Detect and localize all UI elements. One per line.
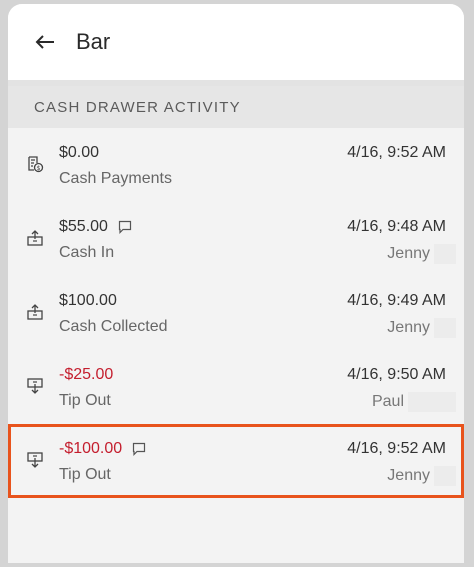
entry-user-group: Jenny [387, 318, 456, 338]
entry-amount: -$25.00 [59, 366, 114, 383]
redacted-block [434, 318, 456, 338]
svg-text:$: $ [37, 165, 41, 172]
entry-user: Jenny [387, 319, 430, 336]
entry-user-group: Paul [372, 392, 456, 412]
entry-amount: $100.00 [59, 292, 117, 309]
entry-time: 4/16, 9:50 AM [347, 366, 446, 383]
entry-time: 4/16, 9:49 AM [347, 292, 446, 309]
comment-icon[interactable] [118, 220, 132, 234]
entry-user: Jenny [387, 245, 430, 262]
entry-type: Tip Out [59, 392, 111, 409]
entry-time: 4/16, 9:48 AM [347, 218, 446, 235]
cash-drawer-panel: Bar CASH DRAWER ACTIVITY $ $0.00 Cash Pa… [8, 4, 464, 563]
list-item[interactable]: $100.00 Cash Collected 4/16, 9:49 AM Jen… [8, 276, 464, 350]
drawer-out-icon [26, 377, 44, 395]
entry-type: Cash Collected [59, 318, 168, 335]
list-item-selected[interactable]: -$100.00 Tip Out 4/16, 9:52 AM Jenny [8, 424, 464, 498]
list-item[interactable]: $ $0.00 Cash Payments 4/16, 9:52 AM [8, 128, 464, 202]
entry-type: Cash Payments [59, 170, 172, 187]
entry-amount: $55.00 [59, 218, 108, 235]
entry-user: Paul [371, 393, 404, 410]
entry-type: Tip Out [59, 466, 111, 483]
entry-amount-group: -$100.00 [59, 440, 146, 458]
back-arrow-icon[interactable] [34, 34, 56, 50]
comment-icon[interactable] [132, 442, 146, 456]
section-title: CASH DRAWER ACTIVITY [8, 86, 464, 128]
entry-amount-group: $55.00 [59, 218, 132, 236]
entry-amount: -$100.00 [59, 440, 123, 457]
drawer-out-icon [26, 451, 44, 469]
redacted-block [434, 466, 456, 486]
entry-time: 4/16, 9:52 AM [347, 144, 446, 161]
drawer-in-icon [26, 229, 44, 247]
activity-list: $ $0.00 Cash Payments 4/16, 9:52 AM $55.… [8, 128, 464, 498]
entry-user-group: Jenny [387, 244, 456, 264]
redacted-block [434, 244, 456, 264]
page-title: Bar [76, 29, 111, 54]
drawer-in-icon [26, 303, 44, 321]
entry-user: Jenny [387, 467, 430, 484]
list-item[interactable]: -$25.00 Tip Out 4/16, 9:50 AM Paul [8, 350, 464, 424]
entry-type: Cash In [59, 244, 115, 261]
list-item[interactable]: $55.00 Cash In 4/16, 9:48 AM Jenny [8, 202, 464, 276]
app-header: Bar [8, 4, 464, 86]
entry-user-group: Jenny [387, 466, 456, 486]
entry-time: 4/16, 9:52 AM [347, 440, 446, 457]
receipt-cash-icon: $ [26, 155, 44, 173]
redacted-block [408, 392, 456, 412]
entry-amount: $0.00 [59, 144, 100, 161]
